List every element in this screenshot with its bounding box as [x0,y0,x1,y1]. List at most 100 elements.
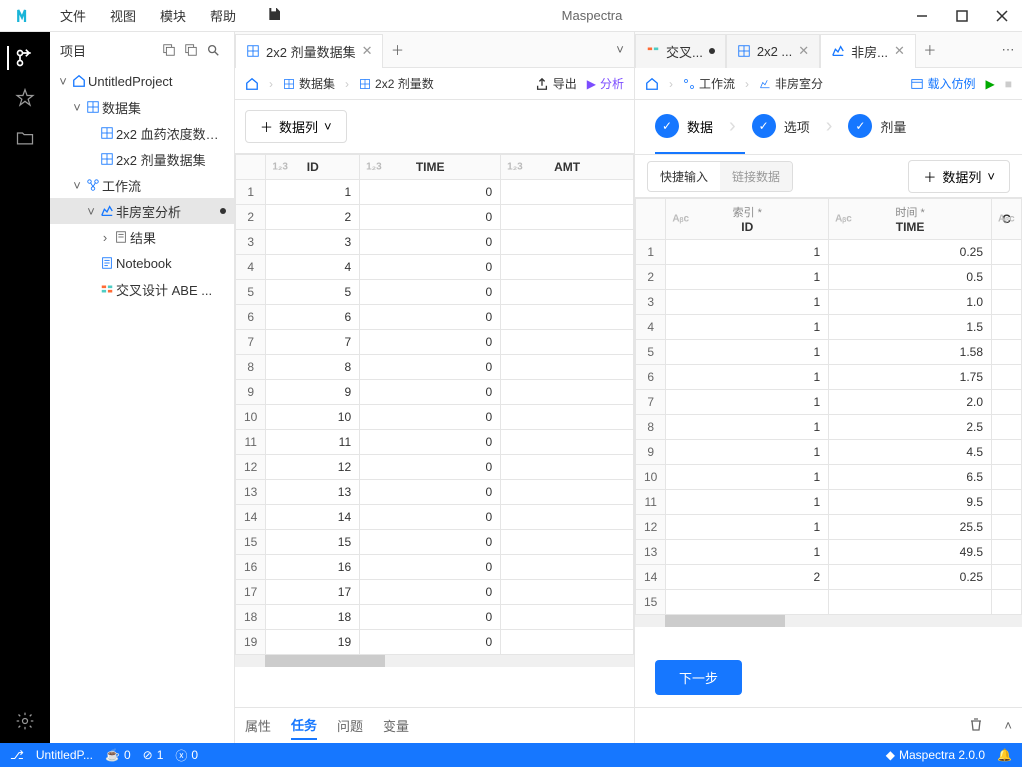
tab-close-icon[interactable]: ✕ [894,43,905,59]
tab-crossover[interactable]: 交叉... [635,34,726,68]
data-column-button[interactable]: ＋ 数据列 ˅ [245,110,347,143]
table-row[interactable]: 12120 [236,455,634,480]
status-check[interactable]: ⊘ 1 [143,748,164,762]
table-row[interactable]: 990 [236,380,634,405]
table-row[interactable]: 14140 [236,505,634,530]
seg-link-data[interactable]: 链接数据 [720,162,792,191]
run-button[interactable]: ▶ [986,77,995,91]
table-row[interactable]: 13149.5 [636,540,1022,565]
table-row[interactable]: 511.58 [636,340,1022,365]
step-data[interactable]: ✓ 数据 [655,114,713,138]
stop-button[interactable]: ■ [1005,77,1012,91]
status-version[interactable]: ◆ Maspectra 2.0.0 [886,748,985,762]
menu-module[interactable]: 模块 [150,2,196,29]
table-row[interactable]: 611.75 [636,365,1022,390]
col-header-c[interactable]: AᵦcC [992,199,1022,240]
tab-more-button[interactable]: ˅ [606,42,634,57]
collapse-up-icon[interactable]: ˄ [1004,718,1012,733]
tree-project-root[interactable]: ˅ UntitledProject [50,68,234,94]
table-row[interactable]: 17170 [236,580,634,605]
table-row[interactable]: 1119.5 [636,490,1022,515]
bottom-tab-vars[interactable]: 变量 [383,712,409,739]
horizontal-scrollbar[interactable] [635,615,1022,627]
table-row[interactable]: 411.5 [636,315,1022,340]
table-row[interactable]: 812.5 [636,415,1022,440]
save-button[interactable] [266,6,282,25]
table-row[interactable]: 330 [236,230,634,255]
table-row[interactable]: 712.0 [636,390,1022,415]
tree-workflow[interactable]: ˅ 工作流 [50,172,234,198]
tree-dataset-2[interactable]: 2x2 剂量数据集 [50,146,234,172]
load-example-button[interactable]: 载入仿例 [910,75,976,92]
step-dose[interactable]: ✓ 剂量 [848,114,906,138]
table-row[interactable]: 770 [236,330,634,355]
table-row[interactable]: 16160 [236,555,634,580]
data-column-button-right[interactable]: ＋ 数据列 ˅ [908,160,1010,193]
breadcrumb-item[interactable]: 2x2 剂量数 [359,75,434,92]
search-icon[interactable] [202,39,224,61]
status-bell-icon[interactable]: 🔔 [997,748,1012,762]
table-row[interactable]: 220 [236,205,634,230]
tab-close-icon[interactable]: ✕ [798,43,809,59]
table-row[interactable]: 110 [236,180,634,205]
menu-help[interactable]: 帮助 [200,2,246,29]
table-row[interactable]: 660 [236,305,634,330]
tree-crossover[interactable]: 交叉设计 ABE ... [50,276,234,302]
maximize-button[interactable] [942,0,982,32]
table-row[interactable]: 210.5 [636,265,1022,290]
table-row[interactable]: 880 [236,355,634,380]
col-header-id[interactable]: 索引 *AᵦcID [666,199,829,240]
tree-result[interactable]: › 结果 [50,224,234,250]
export-button[interactable]: 导出 [535,75,577,92]
next-button[interactable]: 下一步 [655,660,742,695]
table-row[interactable]: 1420.25 [636,565,1022,590]
data-table-right[interactable]: 索引 *AᵦcID 时间 *AᵦcTIME AᵦcC 110.25210.531… [635,198,1022,615]
status-branch[interactable]: ⎇ [10,748,24,762]
table-row[interactable]: 440 [236,255,634,280]
table-row[interactable]: 13130 [236,480,634,505]
activity-folder[interactable] [7,120,43,156]
col-header-time[interactable]: 1₂3TIME [360,155,501,180]
close-button[interactable] [982,0,1022,32]
tab-more-button[interactable]: ⋯ [994,42,1022,58]
analyze-button[interactable]: ▶ 分析 [587,75,624,92]
minimize-button[interactable] [902,0,942,32]
menu-view[interactable]: 视图 [100,2,146,29]
col-header-id[interactable]: 1₂3ID [266,155,360,180]
col-header-time[interactable]: 时间 *AᵦcTIME [829,199,992,240]
bottom-tab-props[interactable]: 属性 [245,712,271,739]
status-project[interactable]: UntitledP... [36,748,93,762]
breadcrumb-nca[interactable]: 非房室分 [759,75,823,92]
tree-dataset-group[interactable]: ˅ 数据集 [50,94,234,120]
tree-nca[interactable]: ˅ 非房室分析 [50,198,234,224]
tab-nca[interactable]: 非房... ✕ [820,34,916,68]
seg-quick-input[interactable]: 快捷输入 [648,162,720,191]
table-row[interactable]: 19190 [236,630,634,655]
status-coffee[interactable]: ☕ 0 [105,748,131,762]
tab-add-button[interactable]: ＋ [916,40,944,59]
bottom-tab-problems[interactable]: 问题 [337,712,363,739]
table-row[interactable]: 15 [636,590,1022,615]
tab-dataset[interactable]: 2x2 剂量数据集 ✕ [235,34,383,68]
menu-file[interactable]: 文件 [50,2,96,29]
activity-settings[interactable] [7,703,43,739]
table-row[interactable]: 311.0 [636,290,1022,315]
table-row[interactable]: 110.25 [636,240,1022,265]
table-row[interactable]: 550 [236,280,634,305]
breadcrumb-home[interactable] [645,77,659,91]
table-row[interactable]: 18180 [236,605,634,630]
tab-add-button[interactable]: ＋ [383,40,411,59]
table-row[interactable]: 11110 [236,430,634,455]
col-header-amt[interactable]: 1₂3AMT [501,155,634,180]
horizontal-scrollbar[interactable] [235,655,634,667]
delete-icon[interactable] [968,716,984,735]
tree-notebook[interactable]: Notebook [50,250,234,276]
tree-dataset-1[interactable]: 2x2 血药浓度数据集 [50,120,234,146]
activity-source[interactable] [7,40,43,76]
table-row[interactable]: 10100 [236,405,634,430]
table-row[interactable]: 1016.5 [636,465,1022,490]
table-row[interactable]: 12125.5 [636,515,1022,540]
tab-2x2[interactable]: 2x2 ... ✕ [726,34,820,68]
breadcrumb-workflow[interactable]: 工作流 [683,75,735,92]
breadcrumb-home[interactable] [245,77,259,91]
